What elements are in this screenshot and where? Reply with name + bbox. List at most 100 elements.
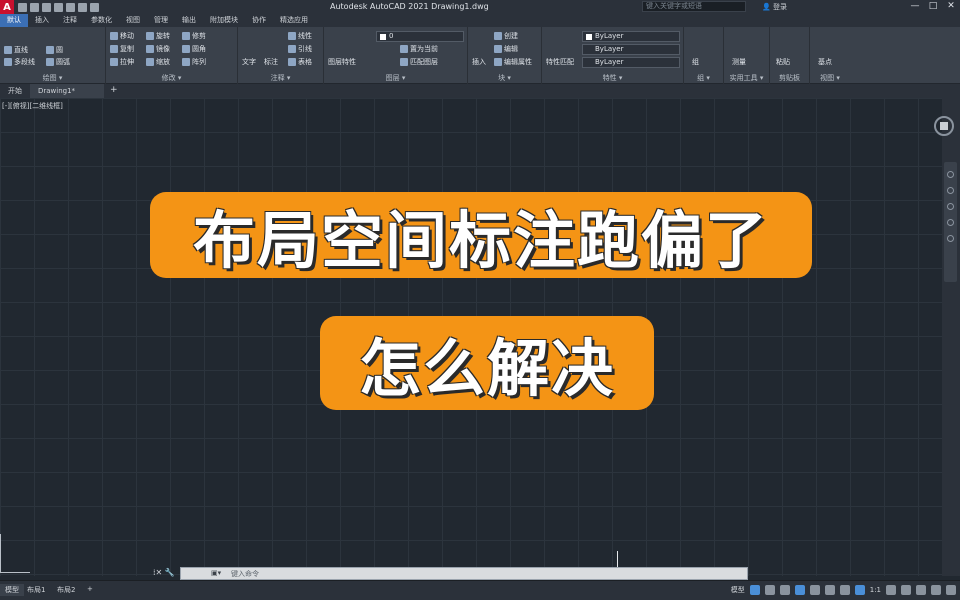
panel-view-label[interactable]: 视图 ▾ (810, 73, 850, 83)
layer-properties-tool[interactable]: 图层特性 (328, 57, 356, 67)
insert-block-tool[interactable]: 插入 (472, 57, 486, 67)
command-line[interactable]: ⁞✕ 🔧 ▣▾ 键入命令 (153, 567, 748, 580)
command-input[interactable]: 键入命令 (231, 569, 259, 579)
viewport-controls[interactable]: [-][俯视][二维线框] (2, 101, 63, 111)
annotation-visibility-icon[interactable] (854, 585, 865, 595)
group-tool[interactable]: 组 (692, 57, 699, 67)
panel-layers-label[interactable]: 图层 ▾ (324, 73, 467, 83)
showmotion-icon[interactable] (947, 235, 954, 242)
scale-tool[interactable]: 缩放 (146, 57, 170, 67)
layer-dropdown[interactable]: 0 (376, 31, 464, 42)
save-as-icon[interactable] (54, 2, 63, 12)
otrack-icon[interactable] (824, 585, 835, 595)
table-tool[interactable]: 表格 (288, 57, 312, 67)
command-line-close-icon[interactable]: ⁞✕ 🔧 (153, 568, 175, 577)
tab-parametric[interactable]: 参数化 (84, 14, 119, 27)
layout-tab-model[interactable]: 模型 (0, 584, 24, 596)
layout-tab-1[interactable]: 布局1 (22, 584, 50, 596)
viewcube-icon[interactable] (934, 116, 954, 136)
tab-collaborate[interactable]: 协作 (245, 14, 273, 27)
create-block-tool[interactable]: 创建 (494, 31, 518, 41)
tab-insert[interactable]: 插入 (28, 14, 56, 27)
file-tab-start[interactable]: 开始 (0, 84, 30, 98)
panel-groups-label[interactable]: 组 ▾ (684, 73, 723, 83)
stretch-tool[interactable]: 拉伸 (110, 57, 134, 67)
search-input[interactable]: 键入关键字或短语 (642, 1, 746, 12)
orbit-icon[interactable] (947, 219, 954, 226)
tab-home[interactable]: 默认 (0, 14, 28, 27)
pan-icon[interactable] (947, 187, 954, 194)
dimension-tool[interactable]: 标注 (264, 57, 278, 67)
minimize-button[interactable]: — (906, 0, 924, 14)
match-layer-tool[interactable]: 匹配图层 (400, 57, 438, 67)
arc-tool[interactable]: 圆弧 (46, 57, 70, 67)
lineweight-icon[interactable] (839, 585, 850, 595)
fillet-tool[interactable]: 圆角 (182, 44, 206, 54)
tab-featured-apps[interactable]: 精选应用 (273, 14, 315, 27)
panel-block-label[interactable]: 块 ▾ (468, 73, 541, 83)
tab-addins[interactable]: 附加模块 (203, 14, 245, 27)
lineweight-dropdown[interactable]: ByLayer (582, 57, 680, 68)
fullscreen-icon[interactable] (931, 585, 941, 595)
file-tab-drawing1[interactable]: Drawing1* (30, 84, 104, 98)
model-space-toggle[interactable]: 模型 (731, 585, 745, 595)
workspace-gear-icon[interactable] (886, 585, 896, 595)
tab-annotate[interactable]: 注释 (56, 14, 84, 27)
edit-block-tool[interactable]: 编辑 (494, 44, 518, 54)
save-icon[interactable] (42, 2, 51, 12)
circle-tool[interactable]: 圆 (46, 45, 63, 55)
new-tab-button[interactable]: + (104, 84, 124, 98)
polyline-tool[interactable]: 多段线 (4, 57, 35, 67)
set-current-tool[interactable]: 置为当前 (400, 44, 438, 54)
customize-menu-icon[interactable] (946, 585, 956, 595)
measure-tool[interactable]: 测量 (732, 57, 746, 67)
tab-view[interactable]: 视图 (119, 14, 147, 27)
isolate-icon[interactable] (916, 585, 926, 595)
paste-tool[interactable]: 粘贴 (776, 57, 790, 67)
plot-icon[interactable] (66, 2, 75, 12)
layout-tab-2[interactable]: 布局2 (52, 584, 80, 596)
panel-clipboard-label[interactable]: 剪贴板 (770, 73, 809, 83)
command-prompt-icon[interactable]: ▣▾ (211, 569, 221, 577)
redo-icon[interactable] (90, 2, 99, 12)
array-tool[interactable]: 阵列 (182, 57, 206, 67)
panel-utilities-label[interactable]: 实用工具 ▾ (724, 73, 769, 83)
plus-icon[interactable] (901, 585, 911, 595)
zoom-icon[interactable] (947, 203, 954, 210)
osnap-icon[interactable] (809, 585, 820, 595)
mirror-tool[interactable]: 镜像 (146, 44, 170, 54)
grid-icon[interactable] (749, 585, 760, 595)
snap-icon[interactable] (764, 585, 775, 595)
ortho-icon[interactable] (779, 585, 790, 595)
base-point-tool[interactable]: 基点 (818, 57, 832, 67)
match-properties-tool[interactable]: 特性匹配 (546, 57, 574, 67)
steering-wheel-icon[interactable] (947, 171, 954, 178)
tab-manage[interactable]: 管理 (147, 14, 175, 27)
rotate-tool[interactable]: 旋转 (146, 31, 170, 41)
panel-draw-label[interactable]: 绘图 ▾ (0, 73, 105, 83)
undo-icon[interactable] (78, 2, 87, 12)
text-tool[interactable]: 文字 (242, 57, 256, 67)
leader-tool[interactable]: 引线 (288, 44, 312, 54)
tab-output[interactable]: 输出 (175, 14, 203, 27)
panel-properties-label[interactable]: 特性 ▾ (542, 73, 683, 83)
sign-in-button[interactable]: 👤 登录 (762, 2, 787, 12)
panel-annotation-label[interactable]: 注释 ▾ (238, 73, 323, 83)
polar-icon[interactable] (794, 585, 805, 595)
autocad-logo-icon[interactable]: A (0, 0, 14, 14)
linetype-dropdown[interactable]: ByLayer (582, 44, 680, 55)
linear-tool[interactable]: 线性 (288, 31, 312, 41)
annotation-scale[interactable]: 1:1 (870, 586, 881, 594)
trim-tool[interactable]: 修剪 (182, 31, 206, 41)
close-button[interactable]: ✕ (942, 0, 960, 14)
add-layout-button[interactable]: + (82, 584, 98, 594)
new-file-icon[interactable] (18, 2, 27, 12)
line-tool[interactable]: 直线 (4, 45, 28, 55)
color-dropdown[interactable]: ByLayer (582, 31, 680, 42)
copy-tool[interactable]: 复制 (110, 44, 134, 54)
panel-modify-label[interactable]: 修改 ▾ (106, 73, 237, 83)
edit-attributes-tool[interactable]: 编辑属性 (494, 57, 532, 67)
move-tool[interactable]: 移动 (110, 31, 134, 41)
maximize-button[interactable]: □ (924, 0, 942, 14)
open-file-icon[interactable] (30, 2, 39, 12)
